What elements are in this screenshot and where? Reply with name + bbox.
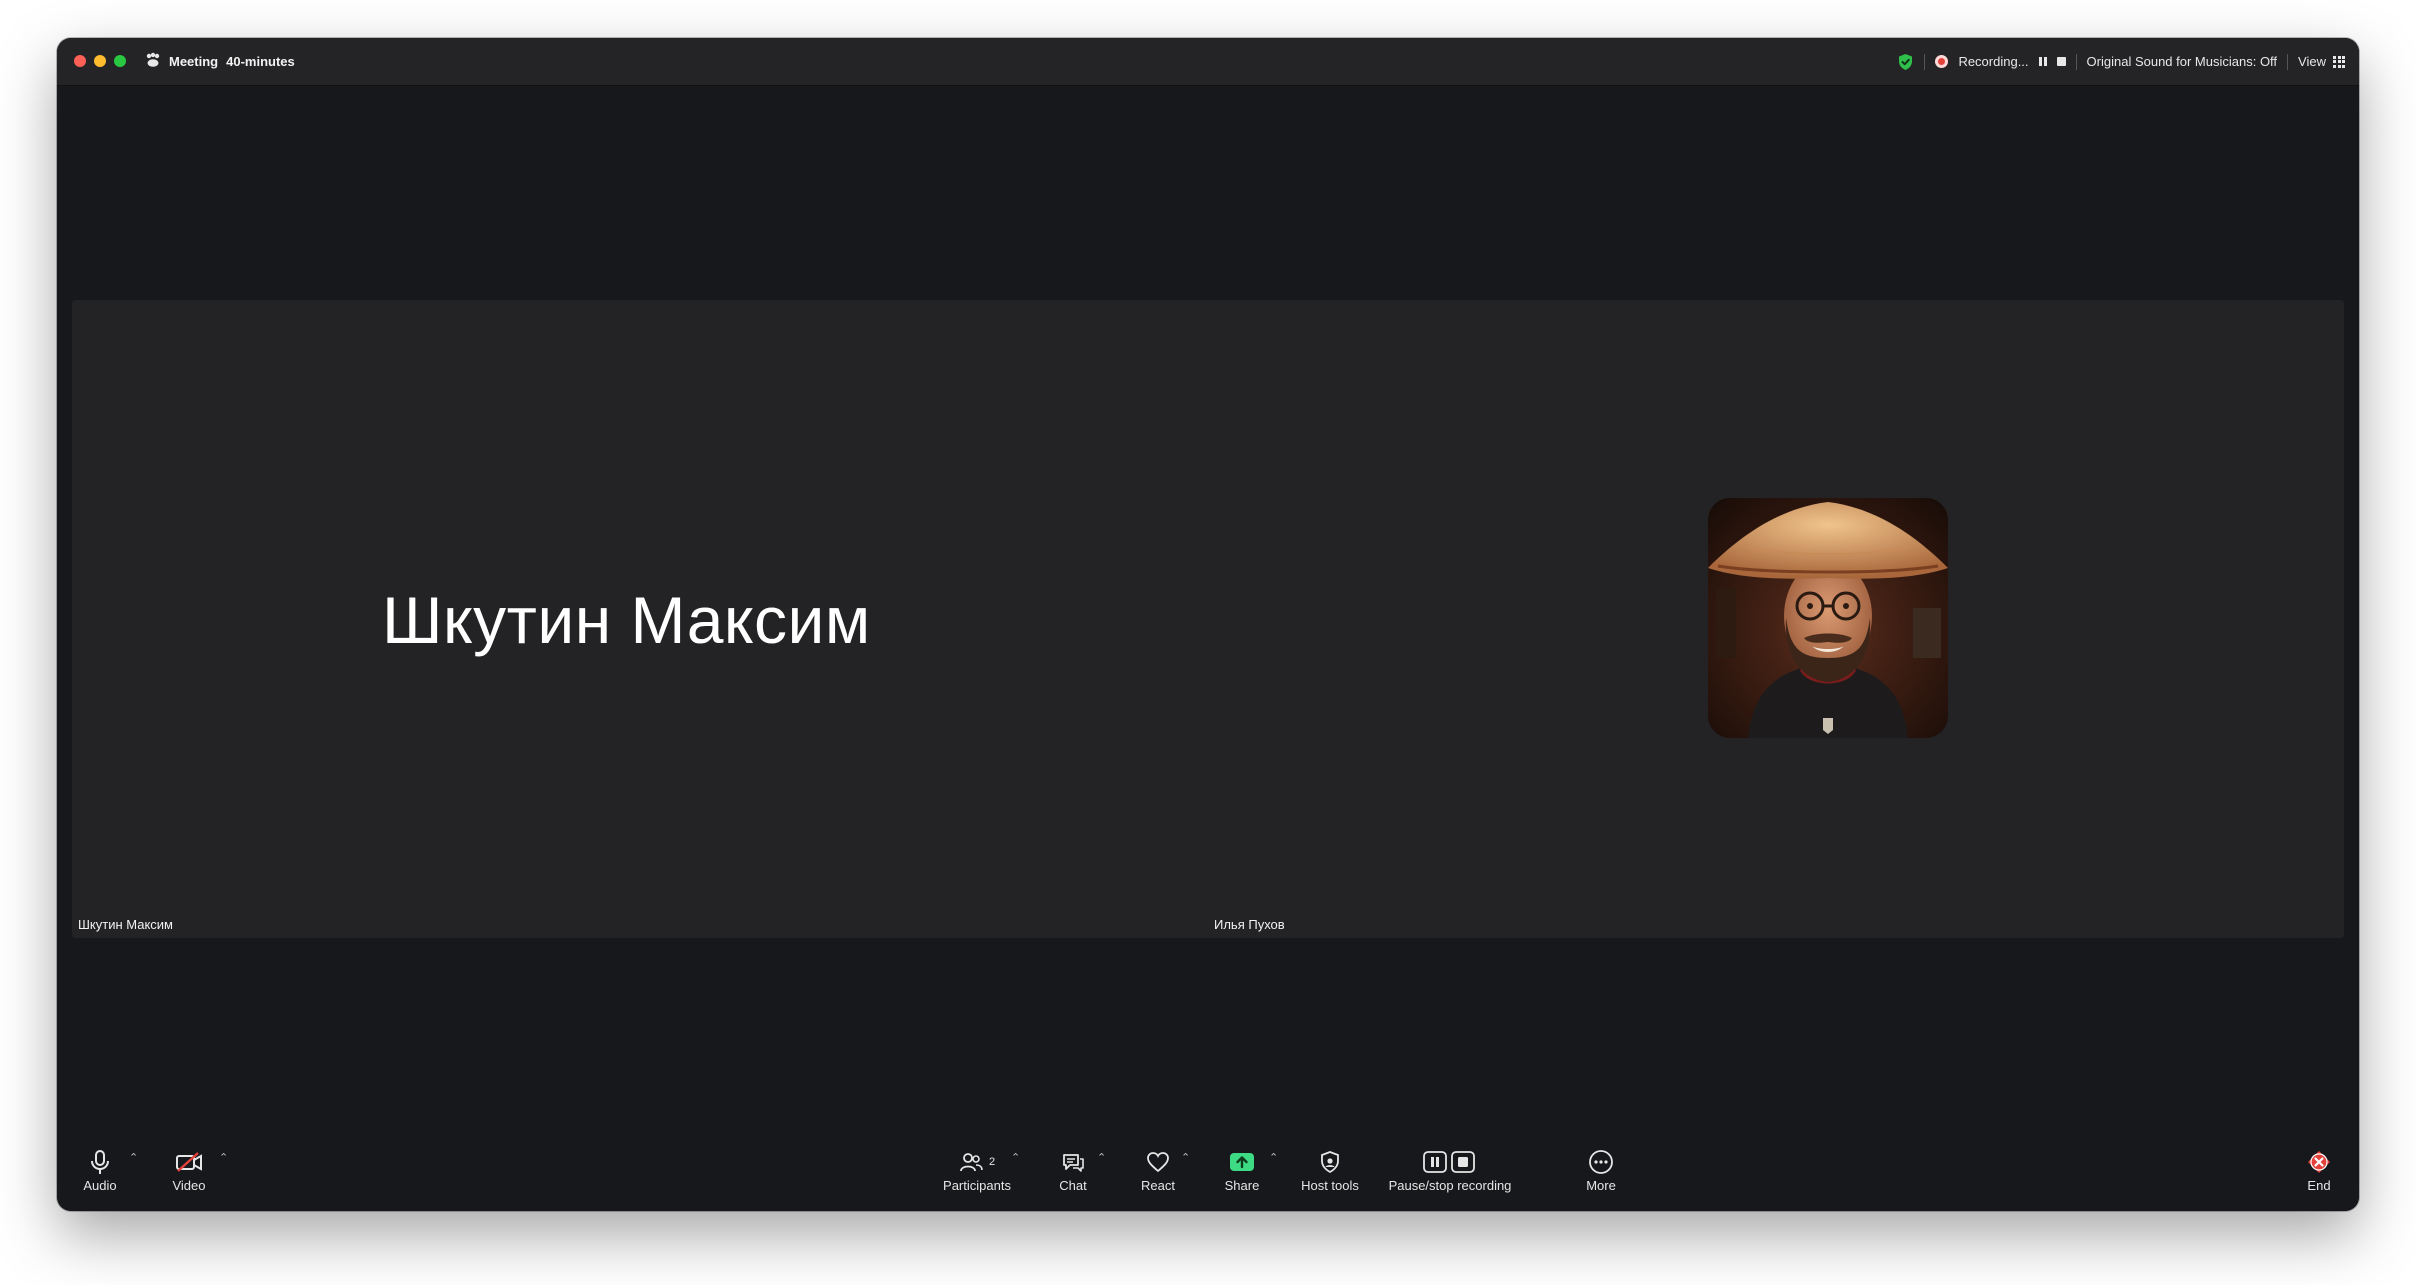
video-button[interactable]: Video	[163, 1141, 215, 1211]
view-button[interactable]: View	[2298, 54, 2345, 69]
audio-button[interactable]: Audio	[77, 1141, 123, 1211]
pause-stop-recording-button[interactable]: Pause/stop recording	[1375, 1141, 1525, 1211]
more-button[interactable]: More	[1579, 1141, 1623, 1211]
share-arrow-icon	[1229, 1148, 1255, 1176]
microphone-icon	[89, 1148, 111, 1176]
participant-name-label: Шкутин Максим	[78, 917, 173, 932]
more-dots-icon	[1588, 1148, 1614, 1176]
original-sound-toggle[interactable]: Original Sound for Musicians: Off	[2087, 54, 2278, 69]
audio-options-caret[interactable]: ⌃	[129, 1151, 138, 1164]
stop-icon[interactable]	[2056, 57, 2066, 66]
view-label: View	[2298, 54, 2326, 69]
meeting-toolbar: Audio ⌃ Video ⌃ 2 Participants ⌃ Chat ⌃ …	[57, 1141, 2359, 1211]
react-label: React	[1141, 1178, 1175, 1193]
pause-stop-label: Pause/stop recording	[1388, 1178, 1512, 1193]
chat-label: Chat	[1059, 1178, 1087, 1193]
heart-icon	[1146, 1148, 1170, 1176]
meeting-title-group: Meeting 40-minutes	[145, 38, 295, 85]
participants-count: 2	[988, 1156, 996, 1168]
video-stage: Шкутин Максим Шкутин Максим Илья Пухов	[72, 300, 2344, 938]
audio-label: Audio	[83, 1178, 117, 1193]
title-bar: Meeting 40-minutes Recording... Original…	[57, 38, 2359, 86]
video-off-icon	[175, 1148, 203, 1176]
share-button[interactable]: Share	[1217, 1141, 1267, 1211]
react-options-caret[interactable]: ⌃	[1181, 1151, 1190, 1164]
meeting-duration: 40-minutes	[226, 54, 295, 69]
participants-icon: 2	[959, 1148, 995, 1176]
maximize-window-button[interactable]	[114, 55, 126, 67]
more-label: More	[1586, 1178, 1616, 1193]
end-button[interactable]: End	[2301, 1141, 2337, 1211]
participant-display-name: Шкутин Максим	[382, 583, 871, 657]
host-tools-label: Host tools	[1301, 1178, 1359, 1193]
zoom-meeting-window: Meeting 40-minutes Recording... Original…	[57, 38, 2359, 1211]
zoom-logo-icon	[145, 52, 161, 71]
chat-options-caret[interactable]: ⌃	[1097, 1151, 1106, 1164]
pause-stop-icon	[1422, 1148, 1478, 1176]
shield-host-icon	[1319, 1148, 1341, 1176]
title-bar-status: Recording... Original Sound for Musician…	[1897, 38, 2345, 85]
divider	[2287, 53, 2289, 70]
minimize-window-button[interactable]	[94, 55, 106, 67]
participants-button[interactable]: 2 Participants	[937, 1141, 1017, 1211]
pause-icon[interactable]	[2038, 57, 2047, 66]
participant-name-label: Илья Пухов	[1214, 917, 1285, 932]
chat-icon	[1061, 1148, 1085, 1176]
shield-icon[interactable]	[1897, 53, 1914, 71]
participants-options-caret[interactable]: ⌃	[1011, 1151, 1020, 1164]
close-window-button[interactable]	[74, 55, 86, 67]
recording-dot-icon	[1935, 55, 1949, 68]
video-label: Video	[172, 1178, 206, 1193]
video-options-caret[interactable]: ⌃	[219, 1151, 228, 1164]
divider	[2075, 53, 2077, 70]
grid-icon	[2333, 55, 2345, 68]
participant-avatar	[1708, 498, 1948, 738]
participants-label: Participants	[943, 1178, 1011, 1193]
recording-status: Recording...	[1958, 54, 2029, 69]
chat-button[interactable]: Chat	[1051, 1141, 1095, 1211]
meeting-title: Meeting	[169, 54, 219, 69]
end-icon	[2306, 1148, 2332, 1176]
react-button[interactable]: React	[1133, 1141, 1183, 1211]
participant-tile[interactable]: Шкутин Максим Шкутин Максим	[72, 300, 1205, 938]
share-label: Share	[1224, 1178, 1260, 1193]
end-label: End	[2307, 1178, 2331, 1193]
host-tools-button[interactable]: Host tools	[1295, 1141, 1365, 1211]
divider	[1924, 53, 1926, 70]
participant-tile[interactable]: Илья Пухов	[1208, 300, 2344, 938]
share-options-caret[interactable]: ⌃	[1269, 1151, 1278, 1164]
